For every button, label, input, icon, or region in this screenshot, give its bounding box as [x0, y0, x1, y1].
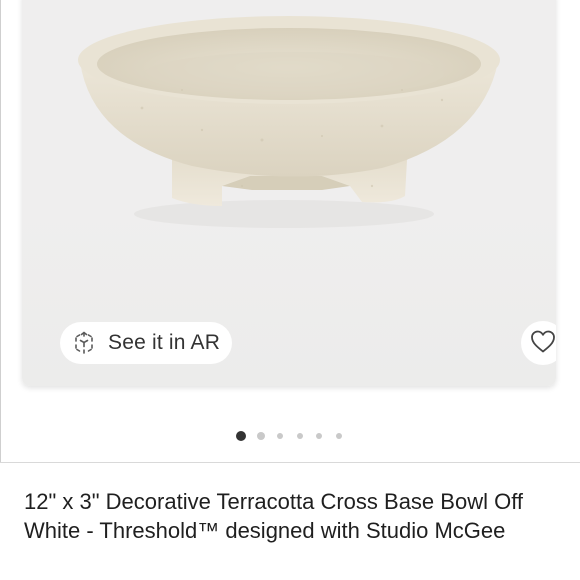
product-image-card[interactable]: See it in AR [22, 0, 556, 386]
product-title: 12" x 3" Decorative Terracotta Cross Bas… [24, 489, 524, 543]
carousel-dot[interactable] [296, 433, 303, 439]
see-in-ar-button[interactable]: See it in AR [60, 322, 233, 364]
carousel-indicator [0, 430, 580, 442]
carousel-dot[interactable] [316, 433, 322, 439]
left-edge-line [0, 0, 1, 462]
carousel-dot[interactable] [256, 432, 265, 440]
product-page: See it in AR 12" x 3" Decorative Terraco… [0, 0, 580, 580]
divider [0, 462, 580, 463]
carousel-dot[interactable] [277, 433, 283, 439]
ar-cube-icon [70, 329, 98, 357]
carousel-dot[interactable] [335, 433, 342, 439]
carousel-dot[interactable] [236, 431, 246, 441]
heart-outline-icon [529, 328, 556, 359]
see-in-ar-label: See it in AR [108, 331, 221, 354]
